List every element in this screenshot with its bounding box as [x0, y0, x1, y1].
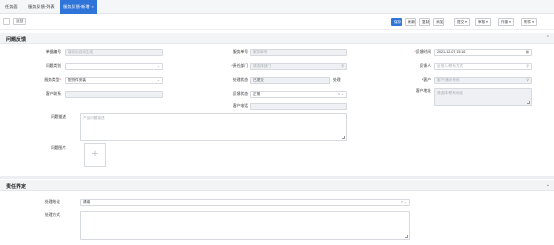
attachment-button[interactable]: 附件 ▾	[521, 18, 537, 26]
tab-service-feedback-list[interactable]: 服务反馈-列表	[25, 0, 58, 14]
clear-icon[interactable]: × ⌄	[338, 92, 344, 97]
handle-method-label: 处理方式	[44, 213, 60, 217]
problem-type-label: 问题类别	[45, 64, 61, 68]
service-type-label: 服务类型*	[44, 78, 61, 82]
chevron-down-icon[interactable]: ⌄	[546, 182, 550, 188]
service-no-label: 服务单号	[232, 50, 248, 54]
resize-handle[interactable]	[527, 101, 530, 104]
tab-service-feedback-new[interactable]: 服务反馈-新增 ×	[60, 0, 97, 14]
service-no-field[interactable]: 服务单号	[250, 49, 347, 56]
service-type-select[interactable]: 配货件安装 ⌄	[65, 77, 163, 84]
handle-conclusion-label: 处理结论	[44, 200, 60, 204]
customer-phone-label: 客户电话	[232, 104, 248, 108]
handle-status-field[interactable]: 已提交	[250, 77, 330, 84]
toolbar: 返回 保存 刷新 复制 添加 提交 ▾ 审核 ▾ 作废 ▾ 附件 ▾	[0, 14, 554, 30]
customer-field[interactable]: 客户/通讯号码 ⚲	[434, 77, 532, 84]
problem-type-select[interactable]: ⌄	[65, 63, 163, 70]
void-button[interactable]: 作废 ▾	[498, 18, 514, 26]
save-button[interactable]: 保存	[391, 18, 402, 26]
calendar-icon[interactable]: ▦	[526, 50, 529, 55]
section-divider	[0, 176, 554, 179]
customer-phone-field[interactable]	[250, 103, 347, 110]
refresh-button[interactable]: 刷新	[405, 18, 416, 26]
chevron-down-icon[interactable]: ⌄	[157, 78, 160, 83]
void-label: 作废	[501, 20, 509, 24]
section-problem-feedback[interactable]: 问题反馈 ⌃	[0, 33, 554, 44]
problem-images-label: 问题图片	[50, 146, 66, 150]
problem-desc-field[interactable]: 产品问题描述	[80, 113, 347, 141]
customer-addr-label: 客户地址	[415, 89, 431, 93]
tab-label: 服务反馈-列表	[28, 4, 55, 9]
customer-addr-field[interactable]: 请选择/联系地址	[434, 88, 532, 106]
feedback-time-label: *反馈时间	[414, 50, 431, 54]
submit-label: 提交	[457, 20, 465, 24]
feedbacker-label: 反馈人	[419, 64, 431, 68]
customer-contact-field[interactable]	[65, 91, 163, 98]
tab-label: 服务反馈-新增	[63, 4, 90, 9]
section-responsibility[interactable]: 责任界定 ⌄	[0, 180, 554, 191]
feedbacker-field[interactable]: 反馈人/联系方式 ⚲	[434, 63, 532, 70]
resp-dept-field[interactable]: 请选择部门 ⚲	[250, 63, 347, 70]
resize-handle[interactable]	[405, 235, 408, 238]
search-icon[interactable]: ⚲	[526, 78, 529, 83]
bill-no-field[interactable]: 保存后自动生成	[65, 49, 163, 56]
resp-dept-label: *责任部门	[231, 64, 248, 68]
search-icon[interactable]: ⚲	[526, 64, 529, 69]
image-upload-button[interactable]: +	[84, 143, 106, 167]
attachment-label: 附件	[524, 20, 532, 24]
section-title: 责任界定	[6, 183, 27, 190]
clear-icon[interactable]: × ⌄	[401, 200, 407, 205]
add-button[interactable]: 添加	[433, 18, 444, 26]
tab-label: 任务面	[5, 4, 18, 9]
handle-method-field[interactable]	[80, 211, 410, 240]
chevron-up-icon[interactable]: ⌃	[546, 35, 550, 41]
customer-contact-label: 客户联系	[45, 92, 61, 96]
feedback-status-select[interactable]: 正常 × ⌄	[250, 91, 347, 98]
search-icon[interactable]: ⚲	[341, 64, 344, 69]
audit-label: 审核	[478, 20, 486, 24]
handle-conclusion-select[interactable]: 请填 × ⌄	[80, 199, 410, 206]
menu-icon[interactable]	[3, 18, 10, 25]
plus-icon: +	[91, 148, 99, 160]
feedback-status-label: 反馈状态	[232, 92, 248, 96]
problem-desc-label: 问题描述	[50, 115, 66, 119]
tab-bar: 任务面 服务反馈-列表 服务反馈-新增 ×	[0, 0, 554, 14]
resize-handle[interactable]	[342, 136, 345, 139]
customer-label: *客户	[421, 78, 431, 82]
close-icon[interactable]: ×	[92, 4, 94, 9]
copy-button[interactable]: 复制	[419, 18, 430, 26]
handle-status-label: 处理状态	[232, 78, 248, 82]
feedback-time-field[interactable]: 2021-12-07 15:16 ▦	[434, 49, 532, 56]
handle-suffix-label: 处理	[333, 78, 341, 82]
section-title: 问题反馈	[6, 36, 27, 43]
tab-task[interactable]: 任务面	[2, 0, 21, 14]
audit-button[interactable]: 审核 ▾	[475, 18, 491, 26]
chevron-down-icon[interactable]: ⌄	[157, 64, 160, 69]
bill-no-label: 单据编号	[45, 50, 61, 54]
submit-button[interactable]: 提交 ▾	[454, 18, 470, 26]
back-button[interactable]: 返回	[13, 18, 27, 25]
